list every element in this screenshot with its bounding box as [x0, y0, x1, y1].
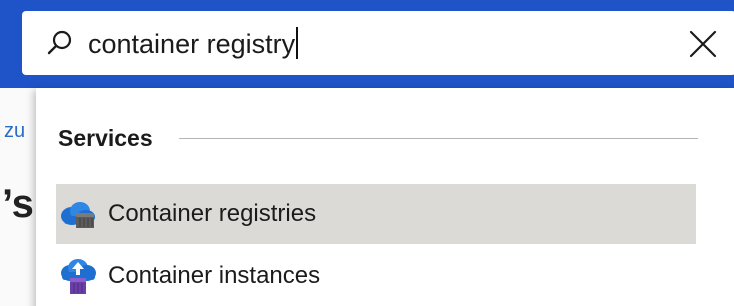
- section-divider: [178, 137, 698, 139]
- result-item-container-instances[interactable]: Container instances: [56, 246, 696, 306]
- result-label: Container registries: [108, 200, 317, 227]
- result-item-container-registries[interactable]: Container registries: [56, 184, 696, 244]
- close-icon[interactable]: [688, 29, 718, 59]
- result-label: Container instances: [108, 262, 321, 289]
- global-search-box[interactable]: container registry: [22, 11, 734, 75]
- text-caret: [296, 27, 299, 59]
- section-title: Services: [58, 124, 153, 151]
- page-heading-fragment: ’s: [2, 182, 34, 226]
- breadcrumb-fragment: zu: [4, 120, 26, 142]
- container-instances-icon: [61, 259, 96, 294]
- services-section-header: Services: [58, 122, 698, 154]
- search-input[interactable]: container registry: [88, 27, 299, 60]
- container-registry-icon: [61, 202, 95, 228]
- search-icon: [47, 30, 72, 55]
- search-input-value: container registry: [88, 29, 296, 59]
- search-results-dropdown: Services Container registries Container …: [36, 88, 734, 306]
